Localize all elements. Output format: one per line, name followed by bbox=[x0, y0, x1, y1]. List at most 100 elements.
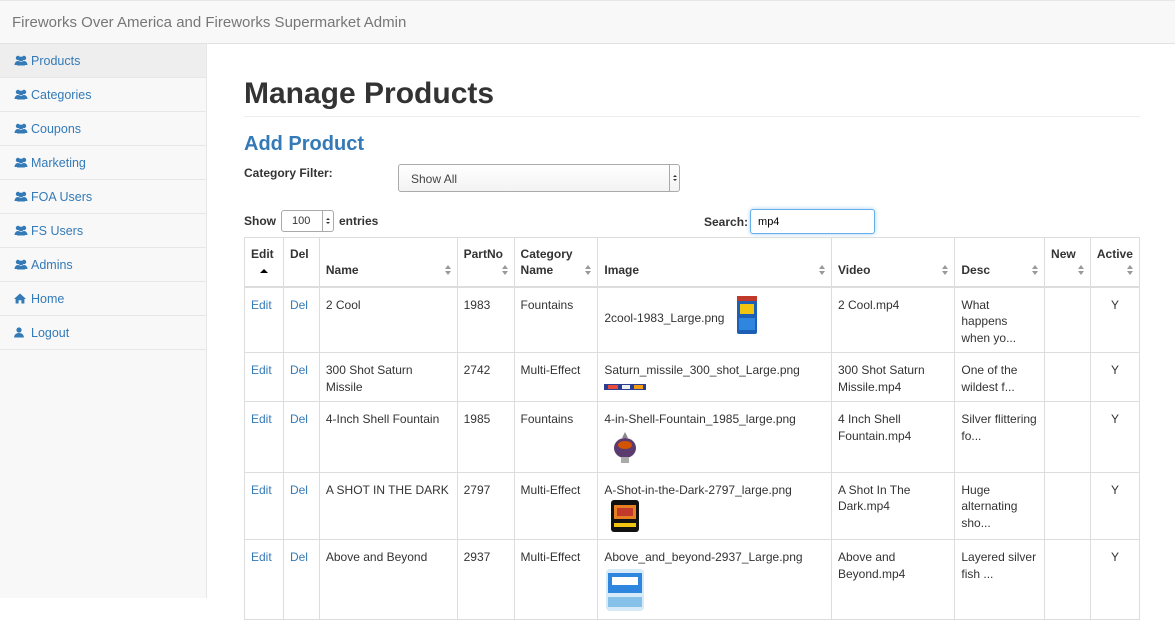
table-row: Edit Del Above and Beyond 2937 Multi-Eff… bbox=[244, 539, 1141, 620]
column-header-desc[interactable]: Desc bbox=[954, 237, 1046, 288]
sort-icon bbox=[942, 264, 949, 275]
product-image-cell: 2cool-1983_Large.png bbox=[597, 286, 832, 353]
product-desc: Layered silver fish ... bbox=[954, 539, 1046, 620]
column-header-name[interactable]: Name bbox=[318, 237, 458, 288]
column-header-partno[interactable]: PartNo bbox=[456, 237, 515, 288]
delete-link[interactable]: Del bbox=[282, 539, 320, 620]
users-icon bbox=[14, 89, 30, 100]
sidebar-item-admins[interactable]: Admins bbox=[0, 248, 206, 282]
product-category: Fountains bbox=[513, 401, 599, 473]
product-active: Y bbox=[1089, 352, 1141, 402]
product-name: 2 Cool bbox=[318, 286, 458, 353]
sidebar: Products Categories Coupons Marketing FO… bbox=[0, 44, 207, 598]
search-input[interactable] bbox=[750, 209, 876, 234]
column-header-new[interactable]: New bbox=[1044, 237, 1091, 288]
select-arrows-icon bbox=[669, 165, 679, 191]
column-header-del[interactable]: Del bbox=[282, 237, 320, 288]
sidebar-item-label: Products bbox=[31, 53, 81, 68]
product-name: 300 Shot Saturn Missile bbox=[318, 352, 458, 402]
product-name: 4-Inch Shell Fountain bbox=[318, 401, 458, 473]
table-row: Edit Del 2 Cool 1983 Fountains 2cool-198… bbox=[244, 286, 1141, 353]
sidebar-item-fs-users[interactable]: FS Users bbox=[0, 214, 206, 248]
sidebar-item-label: Admins bbox=[31, 257, 73, 272]
delete-link[interactable]: Del bbox=[282, 352, 320, 402]
sidebar-item-label: Logout bbox=[31, 325, 70, 340]
users-icon bbox=[14, 225, 30, 236]
users-icon bbox=[14, 157, 30, 168]
table-header-row: Edit Del Name PartNo Category Name Image… bbox=[244, 237, 1141, 288]
column-header-edit[interactable]: Edit bbox=[244, 237, 284, 288]
search-label: Search: bbox=[704, 214, 749, 229]
product-image-cell: 4-in-Shell-Fountain_1985_large.png bbox=[597, 401, 832, 473]
users-icon bbox=[14, 191, 30, 202]
column-header-category[interactable]: Category Name bbox=[513, 237, 599, 288]
product-new bbox=[1044, 539, 1091, 620]
users-icon bbox=[14, 55, 30, 66]
entries-select[interactable]: 100 bbox=[281, 210, 334, 232]
product-active: Y bbox=[1089, 286, 1141, 353]
sort-icon bbox=[501, 264, 508, 275]
users-icon bbox=[14, 259, 30, 270]
sort-icon bbox=[1127, 264, 1133, 275]
entries-length: Show 100 entries bbox=[244, 210, 378, 232]
edit-link[interactable]: Edit bbox=[244, 471, 284, 540]
top-navbar: Fireworks Over America and Fireworks Sup… bbox=[0, 0, 1175, 44]
show-label: Show bbox=[244, 214, 276, 228]
sidebar-item-foa-users[interactable]: FOA Users bbox=[0, 180, 206, 214]
product-desc: Silver flittering fo... bbox=[954, 401, 1046, 473]
product-new bbox=[1044, 471, 1091, 540]
delete-link[interactable]: Del bbox=[282, 286, 320, 353]
product-new bbox=[1044, 401, 1091, 473]
product-category: Multi-Effect bbox=[513, 471, 599, 540]
category-filter-value: Show All bbox=[411, 172, 458, 186]
sort-icon bbox=[818, 264, 825, 275]
users-icon bbox=[14, 123, 30, 134]
sidebar-item-coupons[interactable]: Coupons bbox=[0, 112, 206, 146]
page-title: Manage Products bbox=[244, 77, 495, 110]
entries-label: entries bbox=[339, 214, 379, 228]
product-category: Multi-Effect bbox=[513, 352, 599, 402]
sidebar-item-label: Coupons bbox=[31, 121, 82, 136]
sidebar-item-products[interactable]: Products bbox=[0, 44, 206, 78]
table-row: Edit Del A SHOT IN THE DARK 2797 Multi-E… bbox=[244, 471, 1141, 540]
sort-icon bbox=[585, 264, 592, 275]
product-thumbnail bbox=[737, 295, 758, 334]
column-header-video[interactable]: Video bbox=[830, 237, 956, 288]
edit-link[interactable]: Edit bbox=[244, 286, 284, 353]
sort-icon bbox=[1032, 264, 1039, 275]
product-partno: 2937 bbox=[456, 539, 515, 620]
table-search: Search: bbox=[704, 209, 876, 234]
category-filter-select[interactable]: Show All bbox=[398, 164, 680, 192]
product-name: A SHOT IN THE DARK bbox=[318, 471, 458, 540]
product-image-cell: Saturn_missile_300_shot_Large.png bbox=[597, 352, 832, 402]
add-product-link[interactable]: Add Product bbox=[244, 133, 364, 156]
sidebar-item-logout[interactable]: Logout bbox=[0, 316, 206, 350]
products-table: Edit Del Name PartNo Category Name Image… bbox=[244, 237, 1141, 620]
edit-link[interactable]: Edit bbox=[244, 352, 284, 402]
sidebar-item-home[interactable]: Home bbox=[0, 282, 206, 316]
column-header-active[interactable]: Active bbox=[1089, 237, 1141, 288]
table-row: Edit Del 4-Inch Shell Fountain 1985 Foun… bbox=[244, 401, 1141, 473]
sort-icon bbox=[444, 264, 451, 275]
sidebar-item-marketing[interactable]: Marketing bbox=[0, 146, 206, 180]
product-partno: 1983 bbox=[456, 286, 515, 353]
product-video: 300 Shot Saturn Missile.mp4 bbox=[830, 352, 956, 402]
edit-link[interactable]: Edit bbox=[244, 539, 284, 620]
delete-link[interactable]: Del bbox=[282, 471, 320, 540]
sidebar-item-categories[interactable]: Categories bbox=[0, 78, 206, 112]
product-partno: 2797 bbox=[456, 471, 515, 540]
product-video: 2 Cool.mp4 bbox=[830, 286, 956, 353]
product-partno: 2742 bbox=[456, 352, 515, 402]
column-header-image[interactable]: Image bbox=[597, 237, 832, 288]
product-new bbox=[1044, 286, 1091, 353]
product-active: Y bbox=[1089, 401, 1141, 473]
product-active: Y bbox=[1089, 539, 1141, 620]
sidebar-item-label: Categories bbox=[31, 87, 92, 102]
sort-asc-icon bbox=[259, 268, 268, 273]
image-filename: 2cool-1983_Large.png bbox=[604, 311, 725, 326]
product-partno: 1985 bbox=[456, 401, 515, 473]
app-title[interactable]: Fireworks Over America and Fireworks Sup… bbox=[12, 14, 406, 31]
product-desc: Huge alternating sho... bbox=[954, 471, 1046, 540]
delete-link[interactable]: Del bbox=[282, 401, 320, 473]
edit-link[interactable]: Edit bbox=[244, 401, 284, 473]
